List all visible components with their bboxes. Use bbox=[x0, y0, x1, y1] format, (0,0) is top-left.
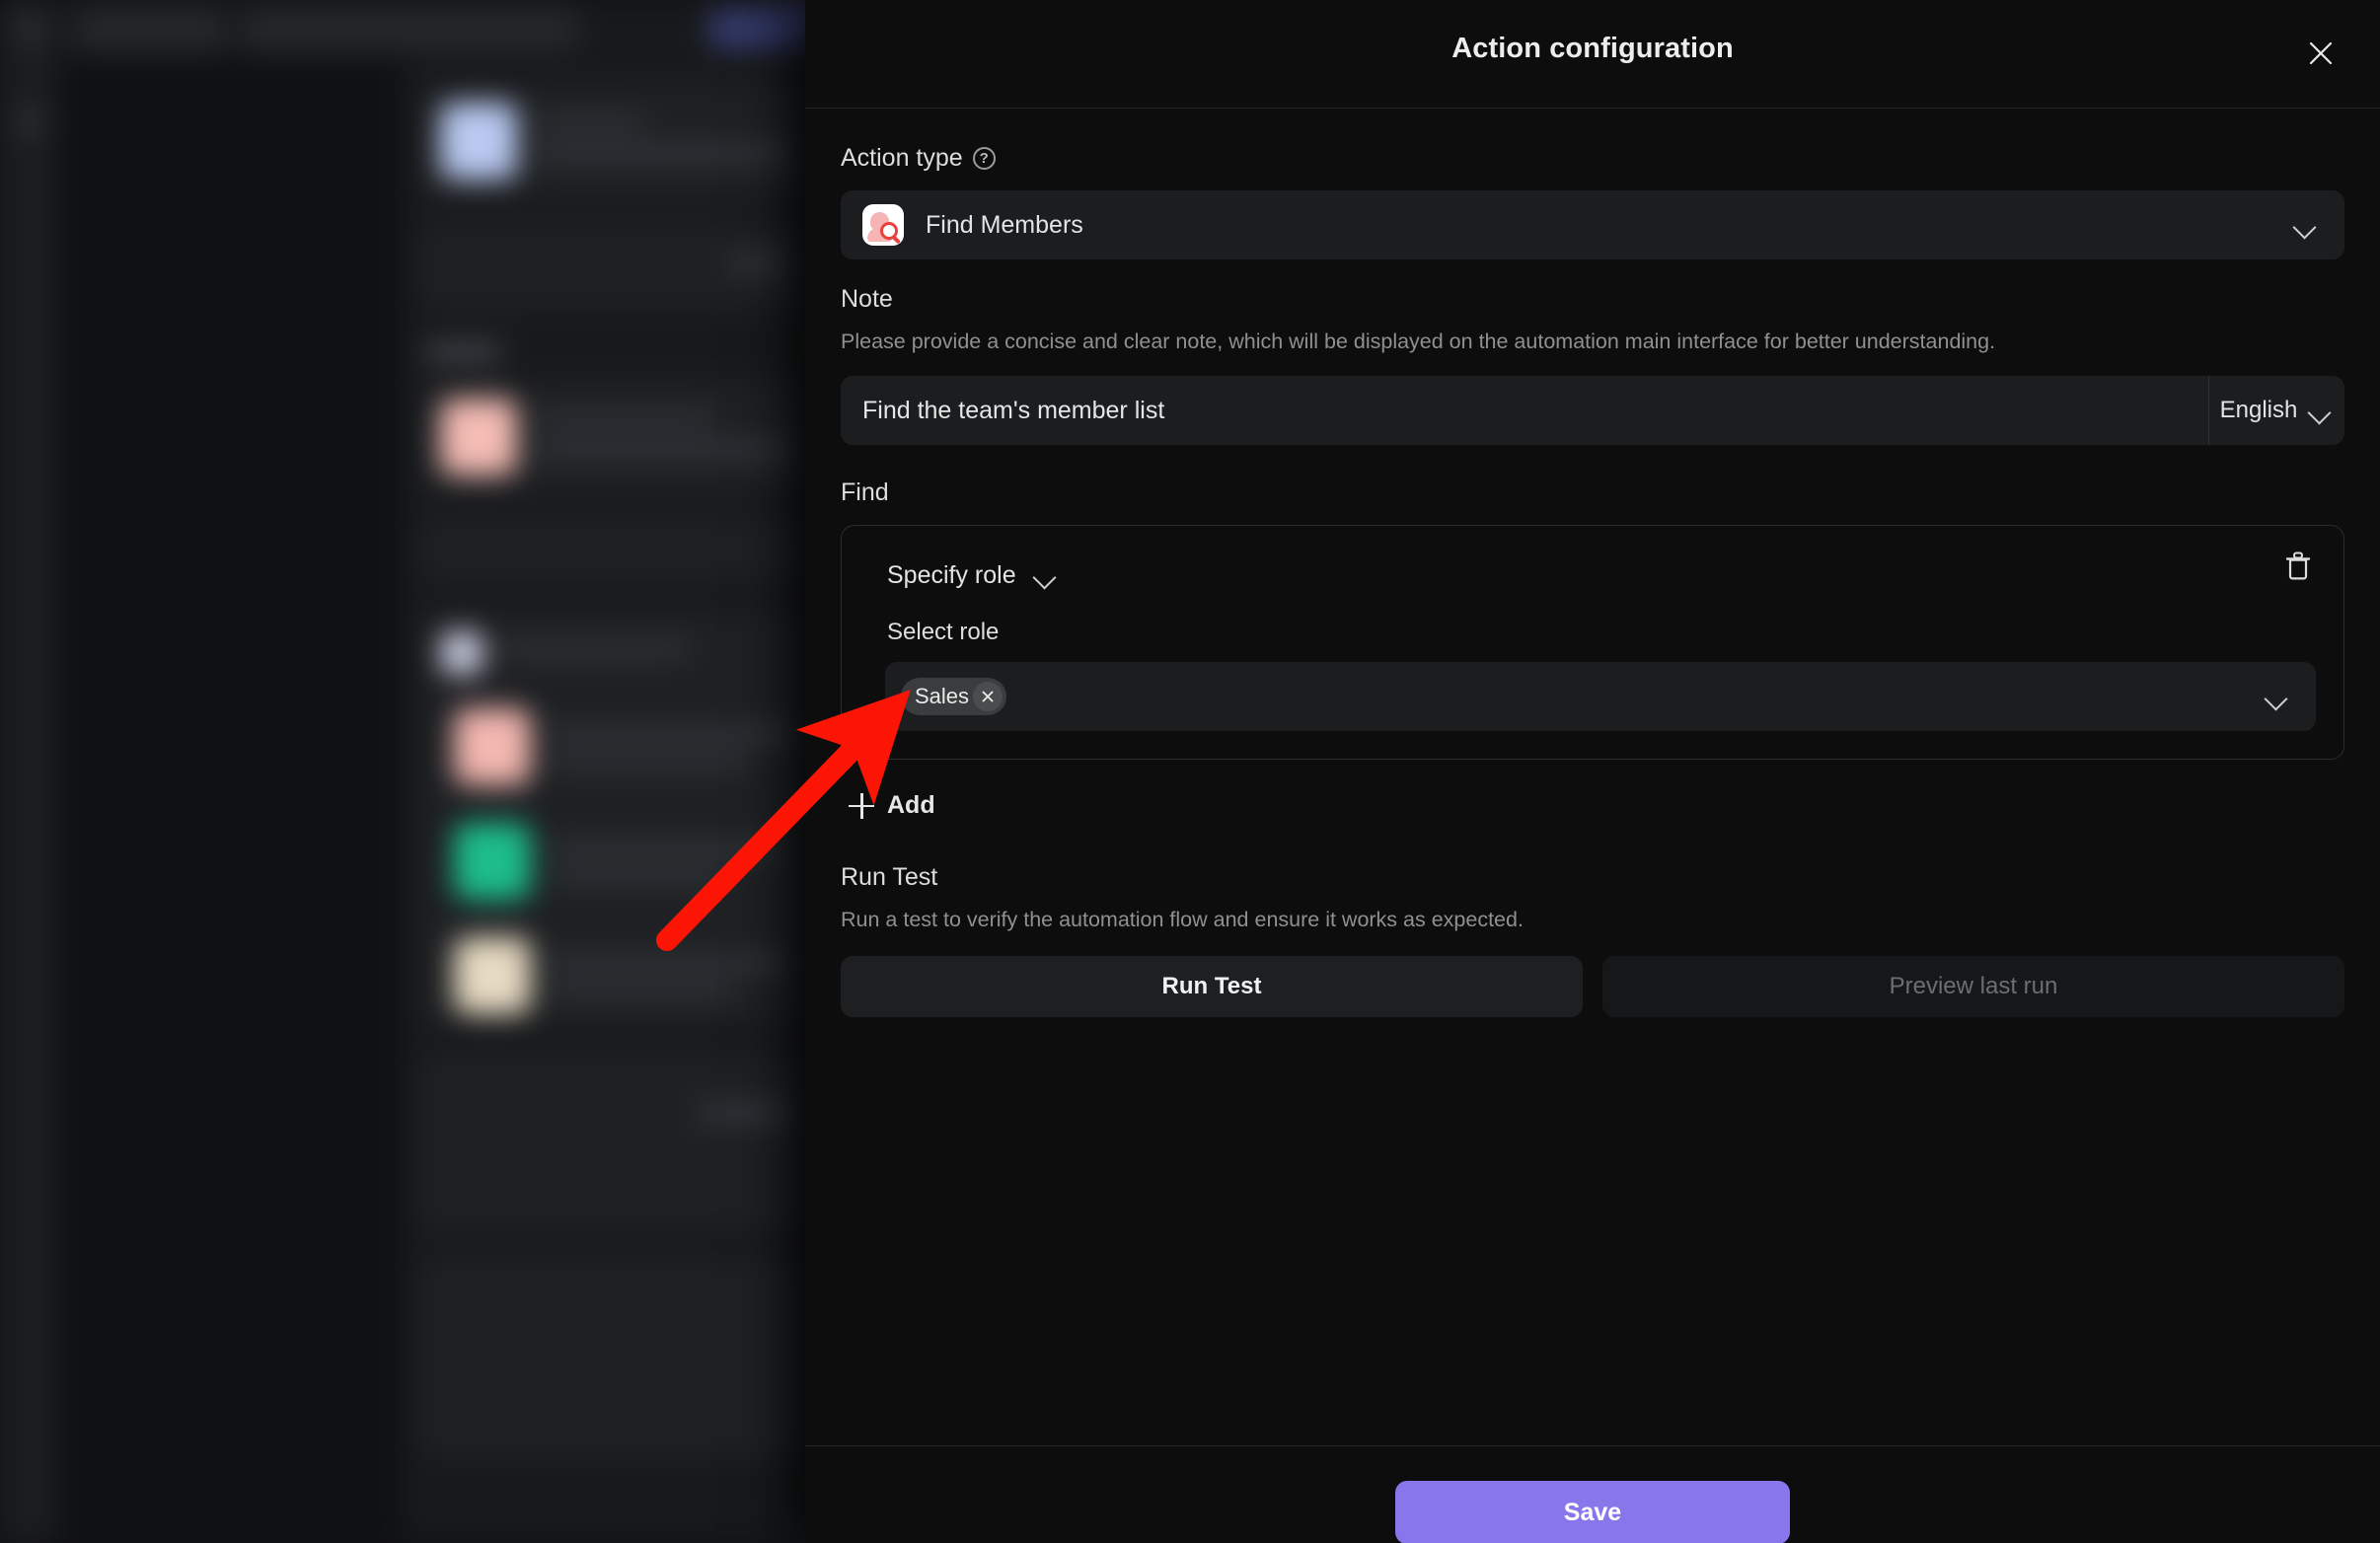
action-configuration-panel: Action configuration Action type ? Find … bbox=[805, 0, 2380, 1543]
remove-tag-icon[interactable] bbox=[973, 682, 1004, 712]
run-test-group: Run Test Run a test to verify the automa… bbox=[841, 863, 2344, 1018]
note-description: Please provide a concise and clear note,… bbox=[841, 330, 1996, 353]
add-condition-label: Add bbox=[887, 791, 935, 820]
run-test-description: Run a test to verify the automation flow… bbox=[841, 908, 1524, 932]
background-list-pane bbox=[403, 57, 819, 1543]
blurred-background bbox=[0, 0, 819, 1543]
chevron-down-icon bbox=[2293, 218, 2319, 233]
find-members-icon bbox=[862, 204, 904, 246]
action-type-label-text: Action type bbox=[841, 144, 963, 172]
selected-role-tags: Sales bbox=[901, 678, 2265, 716]
note-label: Note bbox=[841, 285, 2344, 314]
run-test-label: Run Test bbox=[841, 863, 938, 892]
role-tag-label: Sales bbox=[915, 684, 970, 709]
note-input[interactable] bbox=[841, 376, 2208, 446]
specify-role-value: Specify role bbox=[887, 560, 1016, 589]
role-tag: Sales bbox=[901, 678, 1007, 716]
find-group: Find Specify role Select role Sales Add bbox=[841, 478, 2344, 826]
background-left-pane bbox=[57, 57, 403, 1543]
note-language-select[interactable]: English bbox=[2208, 376, 2344, 446]
run-test-button[interactable]: Run Test bbox=[841, 956, 1583, 1018]
panel-footer: Save bbox=[805, 1445, 2380, 1543]
note-field: English bbox=[841, 376, 2344, 446]
chevron-down-icon bbox=[1033, 568, 1059, 583]
action-type-group: Action type ? Find Members bbox=[841, 110, 2344, 259]
screen: Action configuration Action type ? Find … bbox=[0, 0, 2380, 1543]
find-condition-box: Specify role Select role Sales bbox=[841, 525, 2344, 761]
action-type-value: Find Members bbox=[926, 210, 1083, 239]
find-label: Find bbox=[841, 478, 889, 507]
chevron-down-icon bbox=[2308, 404, 2334, 418]
add-condition-button[interactable]: Add bbox=[841, 785, 943, 826]
close-icon[interactable] bbox=[2295, 28, 2346, 79]
help-icon[interactable]: ? bbox=[972, 147, 996, 170]
panel-body: Action type ? Find Members Note Please p… bbox=[805, 110, 2380, 1445]
background-nav-rail bbox=[0, 0, 57, 1543]
save-button[interactable]: Save bbox=[1395, 1481, 1790, 1543]
select-role-field[interactable]: Sales bbox=[885, 662, 2316, 732]
note-label-text: Note bbox=[841, 285, 893, 313]
note-language-value: English bbox=[2219, 397, 2298, 424]
select-role-label: Select role bbox=[887, 619, 1000, 646]
run-test-buttons: Run Test Preview last run bbox=[841, 956, 2344, 1018]
chevron-down-icon bbox=[2265, 690, 2290, 704]
action-type-select[interactable]: Find Members bbox=[841, 190, 2344, 259]
background-topbar bbox=[57, 0, 819, 57]
panel-title: Action configuration bbox=[1451, 33, 1734, 64]
note-group: Note Please provide a concise and clear … bbox=[841, 285, 2344, 446]
action-type-label: Action type ? bbox=[841, 144, 2344, 173]
panel-header: Action configuration bbox=[805, 0, 2380, 109]
specify-role-select[interactable]: Specify role bbox=[865, 551, 2320, 599]
preview-last-run-button[interactable]: Preview last run bbox=[1602, 956, 2344, 1018]
plus-icon bbox=[849, 792, 874, 819]
trash-icon[interactable] bbox=[2274, 542, 2322, 589]
